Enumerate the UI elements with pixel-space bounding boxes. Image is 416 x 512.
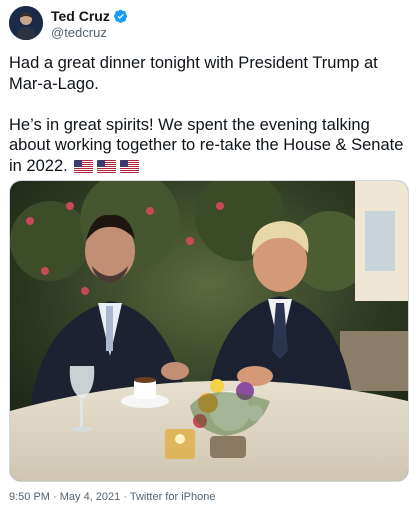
tweet-timestamp[interactable]: 9:50 PM · May 4, 2021 · Twitter for iPho… — [9, 491, 215, 503]
author-handle[interactable]: @tedcruz — [51, 25, 107, 40]
tweet-photo[interactable] — [9, 180, 409, 482]
us-flag-icon — [97, 159, 117, 173]
us-flag-icon — [120, 159, 140, 173]
tweet-line-2: He’s in great spirits! We spent the even… — [9, 115, 404, 175]
flag-emojis — [74, 159, 140, 173]
us-flag-icon — [74, 159, 94, 173]
dinner-photo — [10, 181, 408, 481]
tweet-line-1: Had a great dinner tonight with Presiden… — [9, 54, 378, 93]
avatar[interactable] — [9, 6, 43, 40]
verified-badge-icon — [113, 9, 127, 23]
author-name-row[interactable]: Ted Cruz — [51, 8, 128, 24]
tweet-text: Had a great dinner tonight with Presiden… — [9, 53, 409, 176]
author-name[interactable]: Ted Cruz — [51, 8, 110, 24]
avatar-photo — [9, 6, 43, 40]
